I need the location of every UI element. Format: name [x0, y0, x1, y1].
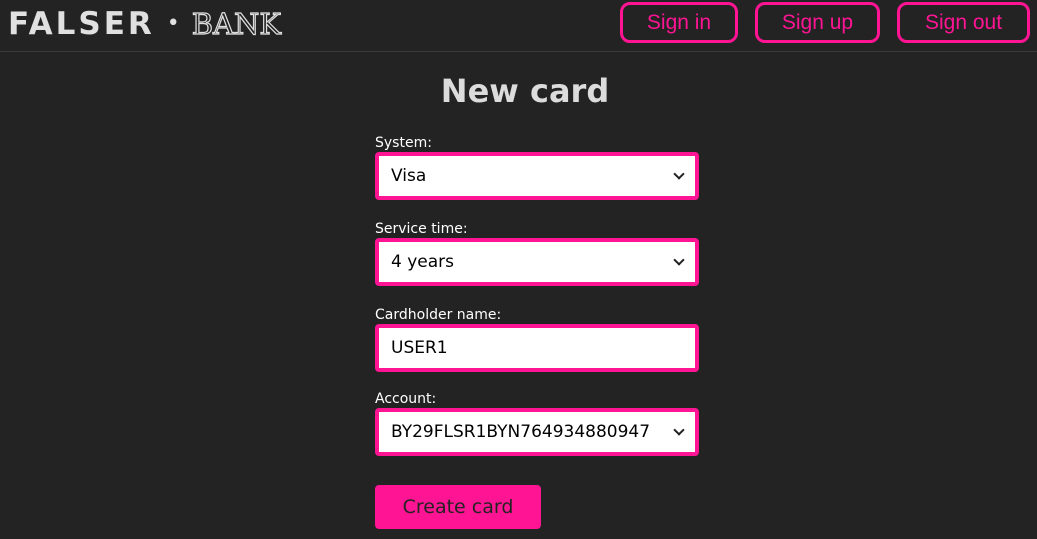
account-select-value: BY29FLSR1BYN764934880947: [391, 422, 651, 442]
page-title: New card: [440, 72, 610, 110]
create-card-button[interactable]: Create card: [375, 485, 541, 529]
sign-up-button[interactable]: Sign up: [755, 2, 880, 43]
chevron-down-icon: [673, 168, 685, 180]
logo-bank: BANK: [191, 6, 282, 41]
cardholder-name-input[interactable]: USER1: [375, 324, 699, 372]
account-select[interactable]: BY29FLSR1BYN764934880947: [375, 408, 699, 456]
cardholder-name-value: USER1: [391, 338, 448, 358]
logo: FALSER • BANK: [8, 4, 282, 44]
service-time-select-value: 4 years: [391, 252, 455, 272]
chevron-down-icon: [673, 424, 685, 436]
logo-falser: FALSER: [8, 6, 155, 42]
cardholder-name-label: Cardholder name:: [375, 307, 502, 323]
sign-out-button[interactable]: Sign out: [897, 2, 1030, 43]
header: FALSER • BANK Sign in Sign up Sign out: [0, 0, 1037, 52]
chevron-down-icon: [673, 254, 685, 266]
logo-separator: •: [166, 11, 180, 36]
system-label: System:: [375, 135, 432, 151]
system-select[interactable]: Visa: [375, 152, 699, 200]
service-time-label: Service time:: [375, 221, 468, 237]
account-label: Account:: [375, 391, 437, 407]
service-time-select[interactable]: 4 years: [375, 238, 699, 286]
system-select-value: Visa: [391, 166, 427, 186]
sign-in-button[interactable]: Sign in: [620, 2, 738, 43]
